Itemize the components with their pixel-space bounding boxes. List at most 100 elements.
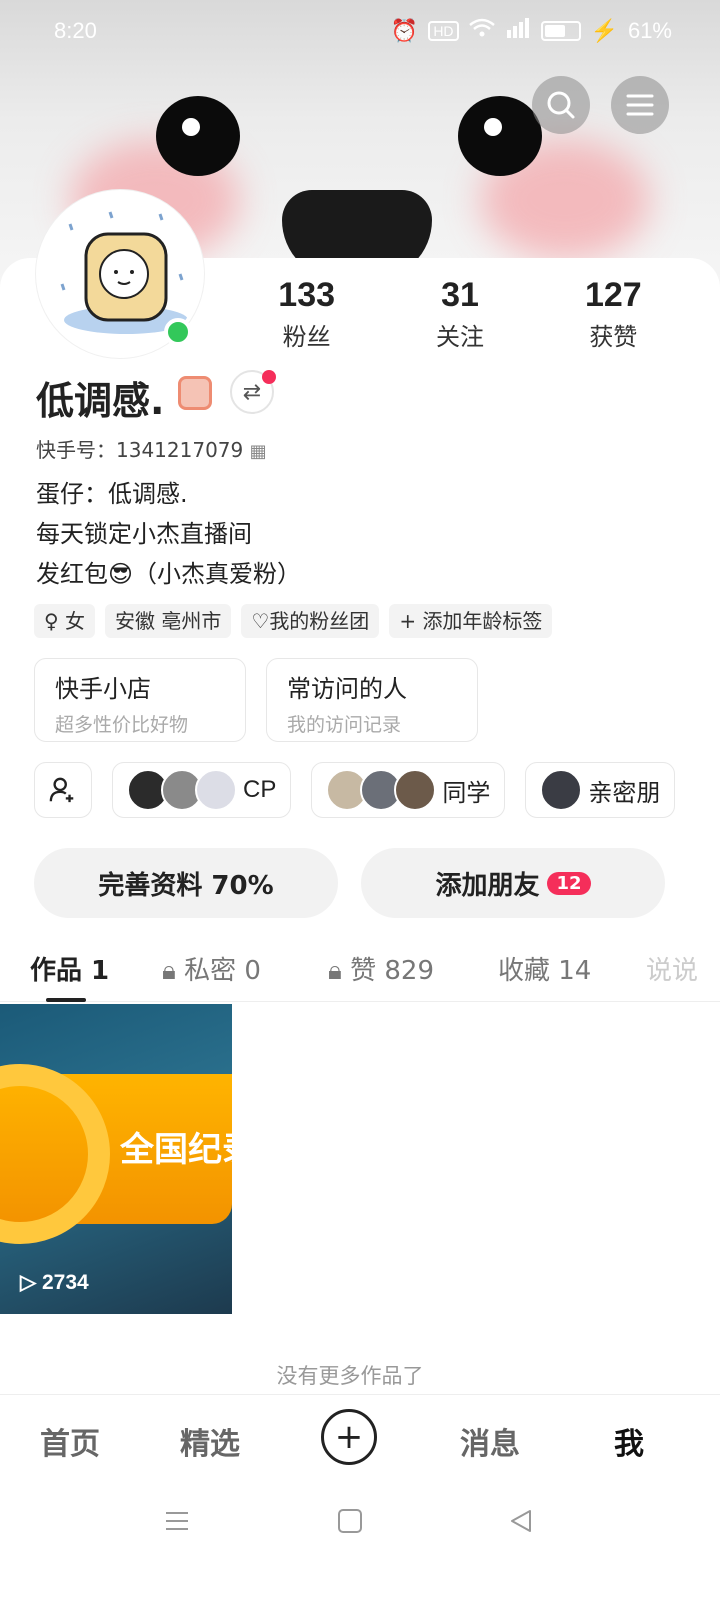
alarm-icon: ⏰ <box>390 18 419 43</box>
stat-label: 获赞 <box>589 323 638 351</box>
count-badge: 12 <box>547 871 591 895</box>
tab-label: 赞 829 <box>350 956 435 986</box>
stat-followers[interactable]: 133 粉丝 <box>230 276 383 352</box>
create-button[interactable]: + <box>321 1409 377 1465</box>
hd-icon: HD <box>428 21 459 41</box>
tab-private[interactable]: 🔒︎ 私密 0 <box>162 950 261 987</box>
tab-label: 收藏 14 <box>498 956 592 986</box>
switch-icon: ⇄ <box>242 379 262 405</box>
menu-button[interactable] <box>611 76 669 134</box>
bio-line: 发红包😎（小杰真爱粉） <box>36 560 302 588</box>
friend-group-cp[interactable]: CP <box>112 762 292 818</box>
button-label: 完善资料 70% <box>98 870 274 901</box>
button-label: 添加朋友 <box>435 870 540 901</box>
tag-label: 添加年龄标签 <box>422 609 543 633</box>
tag-label: 安徽 亳州市 <box>115 609 222 633</box>
lock-icon: 🔒︎ <box>328 956 342 986</box>
search-button[interactable] <box>532 76 590 134</box>
thumbnail-title: 全国纪录 <box>120 1130 232 1170</box>
complete-profile-button[interactable]: 完善资料 70% <box>34 848 338 918</box>
tag-label: 女 <box>65 609 86 633</box>
add-friends-button[interactable]: 添加朋友 12 <box>361 848 665 918</box>
nav-me[interactable]: 我 <box>614 1419 644 1463</box>
play-icon: ▷ <box>20 1271 37 1294</box>
plus-icon: + <box>399 609 417 633</box>
level-badge-icon[interactable] <box>178 376 212 410</box>
stat-following[interactable]: 31 关注 <box>383 276 536 352</box>
tag-add-age[interactable]: + 添加年龄标签 <box>389 604 553 638</box>
kuaishou-id[interactable]: 快手号：1341217079 ▦ <box>36 434 267 463</box>
back-icon[interactable] <box>508 1508 534 1534</box>
add-friend-group-button[interactable] <box>34 762 92 818</box>
qr-code-icon[interactable]: ▦ <box>250 441 267 462</box>
friend-avatar <box>394 769 437 811</box>
feature-shop[interactable]: 快手小店 超多性价比好物 <box>34 658 246 742</box>
play-count-value: 2734 <box>42 1271 89 1294</box>
signal-icon <box>505 18 531 44</box>
lock-icon: 🔒︎ <box>162 956 176 986</box>
status-icons: ⏰ HD ⚡ 61% <box>391 18 672 44</box>
tab-label: 私密 0 <box>184 956 261 986</box>
nav-home[interactable]: 首页 <box>40 1419 100 1463</box>
group-label: 同学 <box>442 778 491 807</box>
tab-works[interactable]: 作品 1 <box>30 950 109 987</box>
tab-moments[interactable]: 说说 <box>646 950 698 987</box>
battery-percent: 61% <box>627 18 672 43</box>
tab-label: 作品 1 <box>30 956 110 986</box>
home-icon[interactable] <box>337 1508 363 1534</box>
tag-fan-club[interactable]: ♡我的粉丝团 <box>241 604 380 638</box>
tab-label: 说说 <box>646 956 699 986</box>
profile-name: 低调感. <box>36 379 165 423</box>
tag-location[interactable]: 安徽 亳州市 <box>105 604 232 638</box>
charging-icon: ⚡ <box>590 18 618 43</box>
menu-icon <box>626 94 654 116</box>
feature-title: 常访问的人 <box>287 675 407 703</box>
banner-eye <box>458 96 542 176</box>
banner-eye <box>156 96 240 176</box>
stat-label: 关注 <box>435 323 484 351</box>
bottom-nav: 首页 精选 + 消息 我 <box>0 1394 720 1484</box>
online-status-dot <box>164 318 192 346</box>
work-thumbnail[interactable]: 全国纪录 ▷ 2734 <box>0 1004 232 1314</box>
content-tabs: 作品 1 🔒︎ 私密 0 🔒︎ 赞 829 收藏 14 说说 <box>0 944 720 1002</box>
friend-group-close[interactable]: 亲密朋 <box>525 762 676 818</box>
friend-avatar <box>540 769 583 811</box>
recent-apps-icon[interactable] <box>164 1508 190 1534</box>
nav-messages[interactable]: 消息 <box>460 1419 520 1463</box>
group-label: CP <box>243 776 277 803</box>
feature-visitors[interactable]: 常访问的人 我的访问记录 <box>266 658 478 742</box>
profile-tags: ♀ 女 安徽 亳州市 ♡我的粉丝团 + 添加年龄标签 <box>34 604 553 638</box>
play-count: ▷ 2734 <box>20 1270 89 1295</box>
wifi-icon <box>468 18 495 44</box>
feature-subtitle: 超多性价比好物 <box>55 714 189 736</box>
notification-dot <box>262 370 276 384</box>
heart-icon: ♡ <box>251 609 270 633</box>
tab-favorites[interactable]: 收藏 14 <box>498 950 591 987</box>
tab-liked[interactable]: 🔒︎ 赞 829 <box>328 950 434 987</box>
bio-line: 每天锁定小杰直播间 <box>36 520 252 548</box>
group-label: 亲密朋 <box>588 778 661 807</box>
stat-number: 133 <box>278 276 336 314</box>
system-nav <box>0 1484 720 1612</box>
search-icon <box>547 91 575 119</box>
stat-likes[interactable]: 127 获赞 <box>537 276 690 352</box>
plus-icon: + <box>334 1417 364 1457</box>
feature-title: 快手小店 <box>55 675 151 703</box>
female-icon: ♀ <box>44 609 59 633</box>
active-tab-indicator <box>46 998 86 1002</box>
no-more-works: 没有更多作品了 <box>276 1364 424 1388</box>
nav-featured[interactable]: 精选 <box>180 1419 240 1463</box>
tag-gender[interactable]: ♀ 女 <box>34 604 96 638</box>
bio-line: 蛋仔：低调感. <box>36 480 188 508</box>
kuaishou-id-text: 快手号：1341217079 <box>36 438 244 462</box>
profile-bio: 蛋仔：低调感. 每天锁定小杰直播间 发红包😎（小杰真爱粉） <box>36 474 301 594</box>
battery-icon <box>540 21 581 41</box>
stat-number: 127 <box>584 276 642 314</box>
friend-avatar <box>195 769 237 811</box>
stat-label: 粉丝 <box>282 323 331 351</box>
status-time: 8:20 <box>54 18 97 43</box>
tag-label: 我的粉丝团 <box>269 609 370 633</box>
profile-stats: 133 粉丝 31 关注 127 获赞 <box>230 276 690 352</box>
add-person-icon <box>49 777 74 803</box>
friend-group-classmates[interactable]: 同学 <box>311 762 506 818</box>
